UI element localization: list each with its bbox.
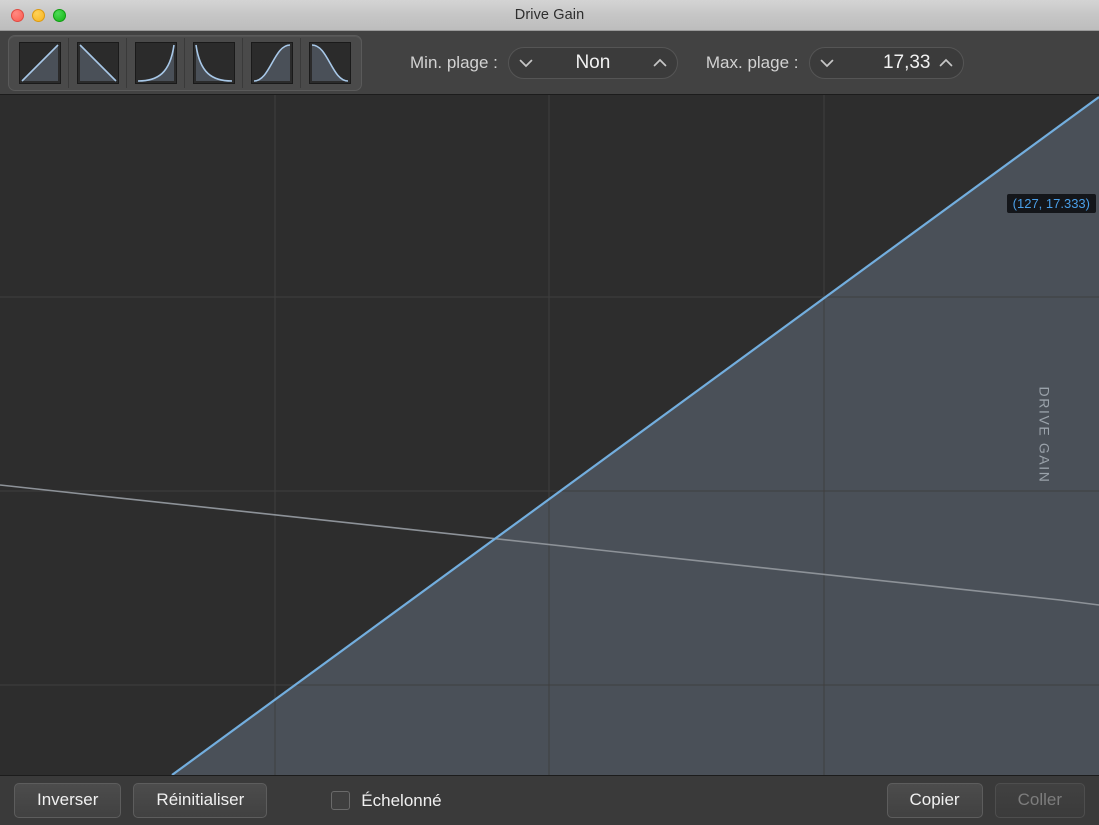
stepped-checkbox[interactable] — [331, 791, 350, 810]
stepped-checkbox-group: Échelonné — [331, 791, 441, 811]
linear-falling-curve-icon — [77, 42, 119, 84]
maximize-icon[interactable] — [53, 9, 66, 22]
chevron-down-icon[interactable] — [513, 49, 539, 77]
reset-button[interactable]: Réinitialiser — [133, 783, 267, 817]
max-range-stepper[interactable]: 17,33 — [809, 47, 964, 79]
drive-gain-window: Drive Gain — [0, 0, 1099, 825]
paste-button: Coller — [995, 783, 1085, 817]
preset-exponential-rising-curve-button[interactable] — [127, 38, 185, 88]
chevron-down-icon[interactable] — [814, 49, 840, 77]
top-toolbar: Min. plage : Non Max. plage : — [0, 31, 1099, 95]
preset-linear-falling-curve-button[interactable] — [69, 38, 127, 88]
s-curve-falling-icon — [309, 42, 351, 84]
chevron-up-icon[interactable] — [647, 49, 673, 77]
chevron-up-icon[interactable] — [933, 49, 959, 77]
max-range-value[interactable]: 17,33 — [840, 52, 933, 74]
copy-button[interactable]: Copier — [887, 783, 983, 817]
s-curve-rising-icon — [251, 42, 293, 84]
minimize-icon[interactable] — [32, 9, 45, 22]
exponential-rising-curve-icon — [135, 42, 177, 84]
window-title: Drive Gain — [0, 7, 1099, 23]
curve-graph — [0, 95, 1099, 775]
stepped-label: Échelonné — [361, 791, 441, 811]
min-range-label: Min. plage : — [410, 53, 498, 73]
min-range-stepper[interactable]: Non — [508, 47, 678, 79]
max-range-label: Max. plage : — [706, 53, 799, 73]
exponential-falling-curve-icon — [193, 42, 235, 84]
min-range-value[interactable]: Non — [539, 52, 647, 74]
preset-linear-rising-curve-button[interactable] — [11, 38, 69, 88]
curve-preset-group — [8, 35, 362, 91]
linear-rising-curve-icon — [19, 42, 61, 84]
preset-s-curve-rising-button[interactable] — [243, 38, 301, 88]
bottom-toolbar: Inverser Réinitialiser Échelonné Copier … — [0, 775, 1099, 825]
close-icon[interactable] — [11, 9, 24, 22]
range-controls: Min. plage : Non Max. plage : — [410, 47, 964, 79]
invert-button[interactable]: Inverser — [14, 783, 121, 817]
traffic-light-group — [11, 9, 66, 22]
max-range-field: Max. plage : 17,33 — [706, 47, 964, 79]
preset-s-curve-falling-button[interactable] — [301, 38, 359, 88]
curve-editor-canvas[interactable]: DRIVE GAIN (127, 17.333) — [0, 95, 1099, 775]
min-range-field: Min. plage : Non — [410, 47, 678, 79]
preset-exponential-falling-curve-button[interactable] — [185, 38, 243, 88]
title-bar: Drive Gain — [0, 0, 1099, 31]
